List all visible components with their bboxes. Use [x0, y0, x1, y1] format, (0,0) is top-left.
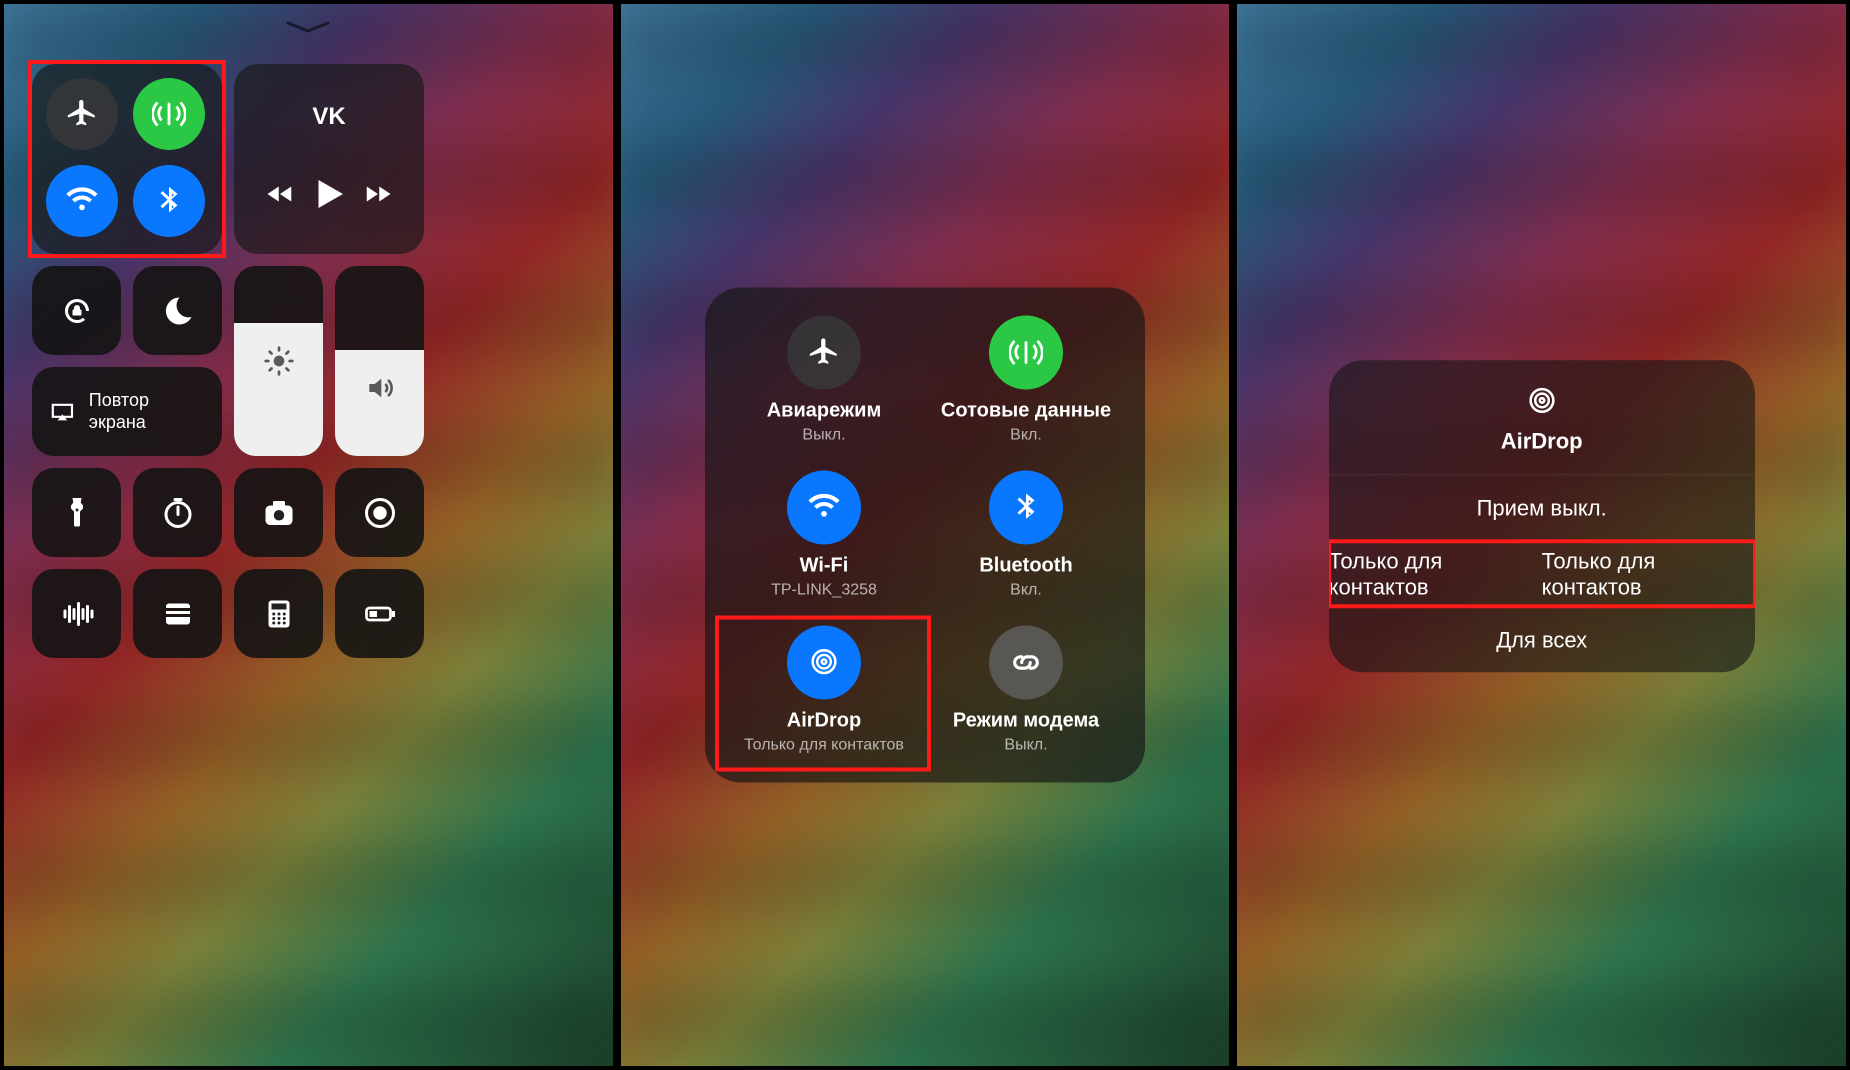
airdrop-option-contacts[interactable]: Только для контактов Только для контакто…	[1329, 540, 1755, 606]
cellular-item[interactable]: Сотовые данные Вкл.	[925, 316, 1127, 445]
moon-icon	[160, 293, 196, 329]
cellular-label: Сотовые данные	[941, 400, 1111, 423]
wifi-network: TP-LINK_3258	[771, 582, 877, 600]
screen-mirror-icon	[48, 397, 77, 427]
airdrop-item[interactable]: AirDrop Только для контактов	[723, 626, 925, 755]
battery-icon	[362, 596, 398, 632]
media-tile[interactable]: VK	[234, 64, 424, 254]
airdrop-menu-card: AirDrop Прием выкл. Только для контактов…	[1329, 360, 1755, 672]
cellular-toggle[interactable]	[133, 78, 205, 150]
airplane-item[interactable]: Авиарежим Выкл.	[723, 316, 925, 445]
sun-icon	[263, 345, 295, 377]
do-not-disturb-toggle[interactable]	[133, 266, 222, 355]
lock-rotate-icon	[59, 293, 95, 329]
airdrop-icon	[1525, 384, 1559, 418]
bluetooth-label: Bluetooth	[979, 555, 1072, 578]
wallet-icon	[160, 596, 196, 632]
airplane-status: Выкл.	[802, 427, 845, 445]
airdrop-icon	[807, 646, 841, 680]
airplane-icon	[65, 97, 99, 131]
bluetooth-item[interactable]: Bluetooth Вкл.	[925, 471, 1127, 600]
camera-button[interactable]	[234, 468, 323, 557]
timer-button[interactable]	[133, 468, 222, 557]
hotspot-icon	[1009, 646, 1043, 680]
airdrop-menu-title: AirDrop	[1501, 428, 1583, 454]
screen-mirror-button[interactable]: Повтор экрана	[32, 367, 222, 456]
bluetooth-status: Вкл.	[1010, 582, 1042, 600]
bluetooth-icon	[152, 184, 186, 218]
wifi-label: Wi-Fi	[800, 555, 849, 578]
screen-record-button[interactable]	[335, 468, 424, 557]
volume-icon	[364, 372, 396, 404]
low-power-button[interactable]	[335, 569, 424, 658]
camera-icon	[261, 495, 297, 531]
calculator-icon	[261, 596, 297, 632]
audio-recognition-button[interactable]	[32, 569, 121, 658]
airdrop-option-everyone[interactable]: Для всех	[1329, 606, 1755, 672]
bluetooth-icon	[1009, 491, 1043, 525]
connectivity-tile[interactable]	[32, 64, 222, 254]
flashlight-icon	[59, 495, 95, 531]
airplane-icon	[807, 336, 841, 370]
airdrop-option-off[interactable]: Прием выкл.	[1329, 474, 1755, 540]
airdrop-status: Только для контактов	[744, 737, 904, 755]
connectivity-card: Авиарежим Выкл. Сотовые данные Вкл. Wi-F…	[705, 288, 1145, 783]
airplane-label: Авиарежим	[767, 400, 882, 423]
panel-airdrop-menu: AirDrop Прием выкл. Только для контактов…	[1237, 4, 1846, 1066]
wallet-button[interactable]	[133, 569, 222, 658]
highlight-contacts-option	[1329, 539, 1755, 608]
airdrop-label: AirDrop	[787, 710, 861, 733]
wifi-icon	[807, 491, 841, 525]
audio-wave-icon	[59, 596, 95, 632]
forward-icon[interactable]	[363, 179, 393, 209]
rewind-icon[interactable]	[265, 179, 295, 209]
bluetooth-toggle[interactable]	[133, 165, 205, 237]
hotspot-item[interactable]: Режим модема Выкл.	[925, 626, 1127, 755]
orientation-lock-toggle[interactable]	[32, 266, 121, 355]
record-icon	[362, 495, 398, 531]
media-app-title: VK	[252, 103, 406, 131]
brightness-slider[interactable]	[234, 266, 323, 456]
wifi-item[interactable]: Wi-Fi TP-LINK_3258	[723, 471, 925, 600]
hotspot-status: Выкл.	[1004, 737, 1047, 755]
airdrop-menu-header: AirDrop	[1329, 360, 1755, 474]
timer-icon	[160, 495, 196, 531]
calculator-button[interactable]	[234, 569, 323, 658]
cellular-icon	[152, 97, 186, 131]
volume-slider[interactable]	[335, 266, 424, 456]
cellular-icon	[1009, 336, 1043, 370]
flashlight-button[interactable]	[32, 468, 121, 557]
hotspot-label: Режим модема	[953, 710, 1099, 733]
wifi-toggle[interactable]	[46, 165, 118, 237]
cellular-status: Вкл.	[1010, 427, 1042, 445]
play-icon[interactable]	[308, 173, 350, 215]
panel-connectivity-expanded: Авиарежим Выкл. Сотовые данные Вкл. Wi-F…	[621, 4, 1230, 1066]
wifi-icon	[65, 184, 99, 218]
airplane-toggle[interactable]	[46, 78, 118, 150]
panel-control-center: VK Повтор экрана	[4, 4, 613, 1066]
screen-mirror-label: Повтор экрана	[89, 390, 206, 433]
